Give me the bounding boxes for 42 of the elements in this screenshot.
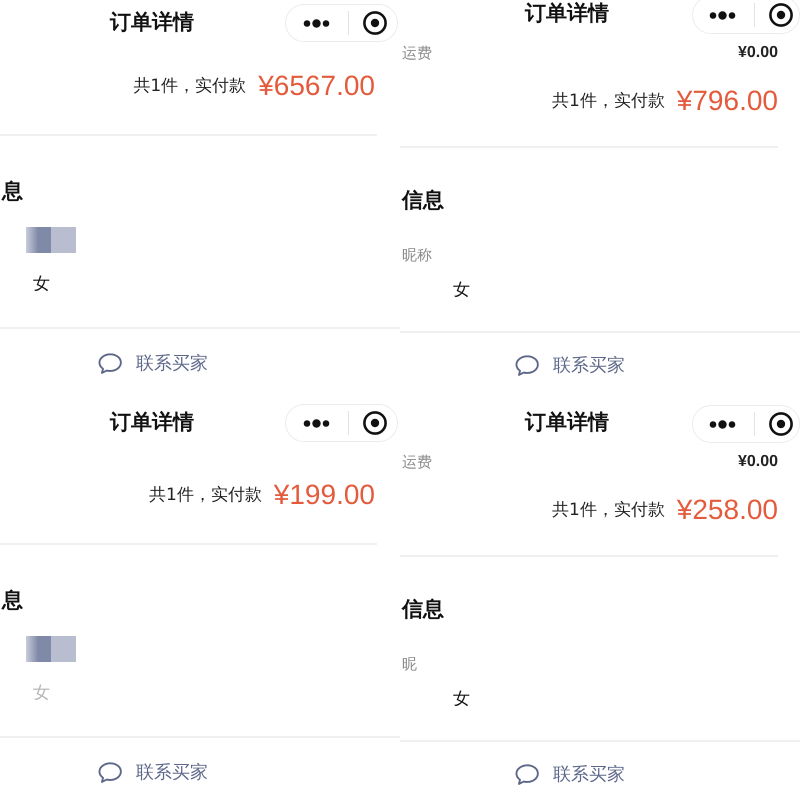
gender-value: 女	[453, 688, 470, 711]
section-heading: 信息	[402, 187, 444, 214]
circle-dot-icon[interactable]	[769, 3, 793, 27]
shipping-label: 运费	[402, 452, 432, 472]
page-title: 订单详情	[525, 409, 609, 436]
section-heading: 息	[2, 178, 23, 205]
total-price: ¥258.00	[676, 494, 778, 526]
circle-dot-icon[interactable]	[769, 412, 793, 436]
page-title: 订单详情	[525, 0, 609, 27]
contact-buyer-button[interactable]: 联系买家	[98, 350, 208, 376]
total-price: ¥6567.00	[258, 70, 375, 102]
more-icon[interactable]	[709, 10, 736, 20]
total-price: ¥796.00	[676, 85, 778, 117]
item-count-label: 共1件，实付款	[552, 90, 665, 113]
section-heading: 息	[2, 587, 23, 614]
shipping-value: ¥0.00	[738, 43, 778, 63]
shipping-label: 运费	[402, 43, 432, 63]
nickname-label: 昵称	[402, 245, 432, 266]
more-icon[interactable]	[303, 18, 330, 28]
chat-bubble-icon	[98, 762, 122, 782]
more-icon[interactable]	[709, 420, 736, 428]
circle-dot-icon[interactable]	[363, 11, 387, 35]
section-heading: 信息	[402, 596, 444, 623]
chat-bubble-icon	[98, 352, 122, 374]
gender-value: 女	[453, 279, 470, 302]
more-icon[interactable]	[303, 418, 330, 428]
nickname-label: 昵	[402, 654, 417, 675]
page-title: 订单详情	[110, 409, 194, 436]
circle-dot-icon[interactable]	[363, 411, 387, 435]
chat-bubble-icon	[515, 764, 539, 784]
gender-value: 女	[33, 273, 50, 296]
page-title: 订单详情	[110, 9, 194, 36]
item-count-label: 共1件，实付款	[133, 75, 246, 98]
chat-bubble-icon	[515, 354, 539, 376]
item-count-label: 共1件，实付款	[552, 499, 665, 522]
item-count-label: 共1件，实付款	[148, 484, 262, 507]
gender-value: 女	[33, 682, 50, 705]
contact-buyer-button[interactable]: 联系买家	[98, 759, 208, 785]
total-price: ¥199.00	[274, 479, 375, 511]
contact-buyer-button[interactable]: 联系买家	[515, 761, 625, 787]
shipping-value: ¥0.00	[738, 452, 778, 472]
contact-buyer-button[interactable]: 联系买家	[515, 352, 625, 378]
